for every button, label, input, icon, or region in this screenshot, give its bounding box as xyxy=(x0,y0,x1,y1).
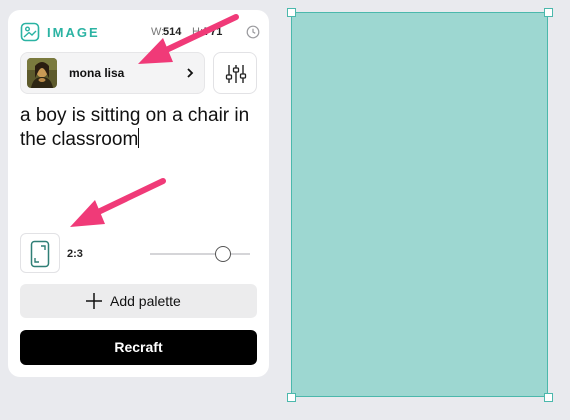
height-value[interactable]: 771 xyxy=(204,26,222,38)
adjust-settings-button[interactable] xyxy=(213,52,257,94)
add-palette-label: Add palette xyxy=(110,293,181,309)
prompt-textarea[interactable]: a boy is sitting on a chair in the class… xyxy=(20,104,260,152)
style-selector-button[interactable]: mona lisa xyxy=(20,52,205,94)
recraft-button[interactable]: Recraft xyxy=(20,330,257,365)
panel-header: IMAGE W: 514 H: 771 xyxy=(20,22,260,42)
resize-handle-top-left[interactable] xyxy=(287,8,296,17)
height-label: H: xyxy=(192,26,203,38)
text-caret xyxy=(138,128,140,148)
plus-icon xyxy=(86,293,102,309)
resize-handle-top-right[interactable] xyxy=(544,8,553,17)
add-palette-button[interactable]: Add palette xyxy=(20,284,257,318)
canvas-frame[interactable] xyxy=(291,12,548,397)
slider-knob[interactable] xyxy=(215,246,231,262)
prompt-text: a boy is sitting on a chair in the class… xyxy=(20,105,255,150)
aspect-ratio-button[interactable] xyxy=(20,233,60,273)
panel-title: IMAGE xyxy=(47,25,100,40)
portrait-frame-icon xyxy=(30,240,50,268)
chevron-right-icon xyxy=(185,66,195,80)
width-value[interactable]: 514 xyxy=(163,26,181,38)
aspect-ratio-slider[interactable] xyxy=(150,244,250,264)
resize-handle-bottom-right[interactable] xyxy=(544,393,553,402)
style-name: mona lisa xyxy=(69,66,125,80)
image-icon xyxy=(20,22,40,42)
aspect-ratio-label: 2:3 xyxy=(67,248,83,260)
slider-track xyxy=(150,253,250,255)
clock-icon[interactable] xyxy=(246,25,260,39)
resize-handle-bottom-left[interactable] xyxy=(287,393,296,402)
sliders-icon xyxy=(225,65,247,83)
mona-lisa-thumbnail xyxy=(27,58,57,88)
image-settings-panel: IMAGE W: 514 H: 771 mona lisa a boy is s… xyxy=(8,10,269,377)
